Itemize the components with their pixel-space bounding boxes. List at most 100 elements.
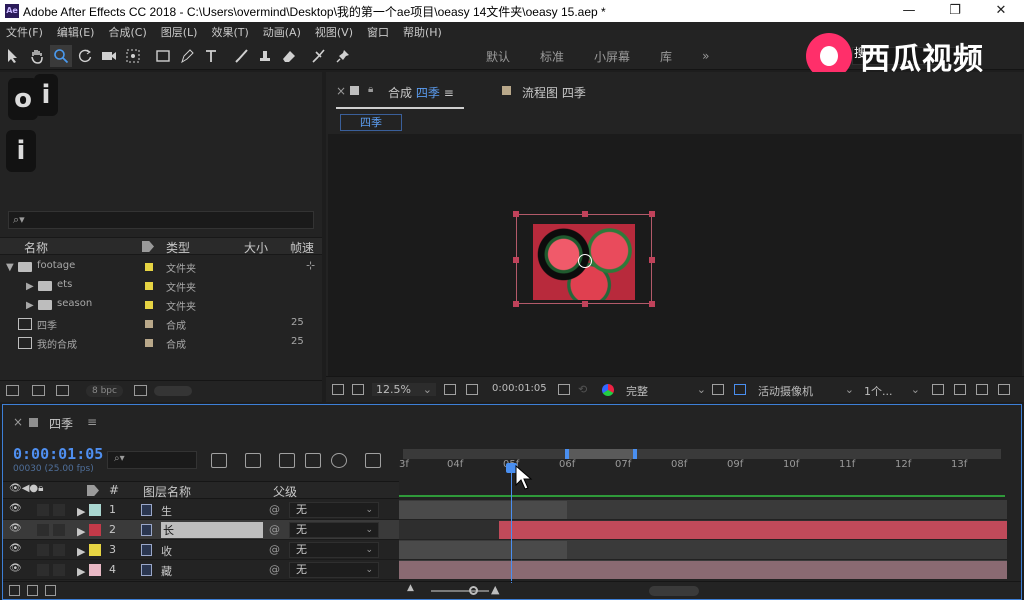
workspace-overflow-button[interactable]: » (702, 49, 709, 63)
layer-bounding-box[interactable] (513, 211, 655, 307)
layer-duration-bar[interactable] (399, 541, 567, 559)
menu-view[interactable]: 视图(V) (315, 24, 353, 40)
transform-handle[interactable] (582, 211, 588, 217)
parent-dropdown[interactable]: 无 ⌄ (289, 522, 379, 538)
workspace-library[interactable]: 库 (660, 48, 672, 65)
label-color-swatch[interactable] (145, 320, 153, 328)
time-ruler[interactable]: 3f 04f 05f 06f 07f 08f 09f 10f 11f 12f 1… (399, 445, 1021, 483)
column-size[interactable]: 大小 (244, 239, 268, 256)
layer-track[interactable] (399, 560, 1007, 580)
3d-renderer-icon[interactable] (954, 384, 966, 395)
tab-composition[interactable]: 合成 四季 ≡ (388, 84, 454, 101)
pick-whip-icon[interactable]: @ (269, 563, 280, 576)
frame-blending-icon[interactable] (305, 453, 321, 468)
column-number[interactable]: # (109, 483, 119, 497)
zoom-out-icon[interactable]: ▲ (407, 583, 414, 593)
bit-depth-button[interactable]: 8 bpc (86, 385, 123, 397)
project-item[interactable]: ▶ ets 文件夹 (0, 277, 322, 296)
column-parent[interactable]: 父级 (273, 483, 297, 500)
layer-name[interactable]: 收 (161, 543, 172, 559)
project-item[interactable]: ▼ footage 文件夹 ⊹ (0, 258, 322, 277)
horizontal-scrollbar[interactable] (154, 386, 192, 396)
layer-track-selected[interactable] (399, 520, 1007, 540)
timeline-current-time[interactable]: 0:00:01:05 (13, 445, 103, 463)
minimize-button[interactable]: — (886, 0, 932, 22)
visibility-eye-icon[interactable]: 👁 (9, 543, 22, 554)
tab-flowchart[interactable]: 流程图 四季 (522, 84, 586, 101)
close-tab-icon[interactable]: × (336, 84, 346, 98)
toggle-in-out-icon[interactable] (45, 585, 56, 596)
workspace-default[interactable]: 默认 (486, 48, 510, 65)
parent-dropdown[interactable]: 无 ⌄ (289, 502, 379, 518)
current-time-display[interactable]: 0:00:01:05 (492, 383, 547, 394)
transform-handle[interactable] (513, 257, 519, 263)
layer-label-swatch[interactable] (89, 524, 101, 536)
shy-layers-icon[interactable] (279, 453, 295, 468)
layer-row[interactable]: 👁 ▶ 3 收 @ 无 ⌄ (3, 540, 399, 560)
new-composition-icon[interactable] (56, 385, 69, 396)
project-item[interactable]: 我的合成 合成 25 (0, 334, 322, 353)
visibility-eye-icon[interactable]: 👁 (9, 503, 22, 514)
label-tag-icon[interactable] (87, 485, 99, 496)
transform-handle[interactable] (513, 301, 519, 307)
layer-name[interactable]: 藏 (161, 563, 172, 579)
lock-switch[interactable] (53, 544, 65, 556)
view-layout-dropdown[interactable]: 1个... ⌄ (864, 383, 920, 399)
show-snapshot-icon[interactable]: ⟲ (578, 383, 587, 396)
interpret-footage-icon[interactable] (6, 385, 19, 396)
solo-switch[interactable] (37, 544, 49, 556)
composition-viewer[interactable] (328, 134, 1022, 376)
selection-tool[interactable] (2, 45, 24, 67)
resolution-dropdown[interactable]: 完整 ⌄ (626, 383, 706, 399)
transform-handle[interactable] (649, 301, 655, 307)
composition-mini-flowchart-icon[interactable] (211, 453, 227, 468)
layer-row-selected[interactable]: 👁 ▶ 2 长 @ 无 ⌄ (3, 520, 399, 540)
label-color-swatch[interactable] (145, 282, 153, 290)
pick-whip-icon[interactable]: @ (269, 523, 280, 536)
type-tool[interactable] (200, 45, 222, 67)
fit-icon[interactable] (444, 384, 456, 395)
menu-window[interactable]: 窗口 (367, 24, 389, 40)
toggle-switches-icon[interactable] (9, 585, 20, 596)
zoom-in-icon[interactable]: ▲ (491, 583, 499, 596)
layer-track[interactable] (399, 540, 1007, 560)
snapshot-camera-icon[interactable] (558, 384, 570, 395)
label-tag-icon[interactable] (142, 241, 154, 252)
lock-switch[interactable] (53, 564, 65, 576)
maximize-button[interactable]: ❐ (932, 0, 978, 22)
collapse-triangle-icon[interactable]: ▶ (26, 300, 34, 311)
layer-search-input[interactable]: ⌕▾ (107, 451, 197, 469)
close-tab-icon[interactable]: × (13, 415, 23, 429)
menu-composition[interactable]: 合成(C) (108, 24, 146, 40)
workspace-small-screen[interactable]: 小屏幕 (594, 48, 630, 65)
layer-label-swatch[interactable] (89, 544, 101, 556)
info-icon[interactable]: i (6, 130, 36, 172)
timeline-link-icon[interactable] (998, 384, 1010, 395)
toggle-pixel-aspect-icon[interactable] (932, 384, 944, 395)
pan-behind-tool[interactable] (122, 45, 144, 67)
region-of-interest-icon[interactable] (466, 384, 478, 395)
column-name[interactable]: 名称 (24, 239, 48, 256)
expand-triangle-icon[interactable]: ▶ (77, 545, 85, 558)
menu-file[interactable]: 文件(F) (6, 24, 43, 40)
label-color-swatch[interactable] (145, 301, 153, 309)
roto-brush-tool[interactable] (308, 45, 330, 67)
layer-name[interactable]: 长 (161, 522, 263, 538)
layer-name[interactable]: 生 (161, 503, 172, 519)
expand-triangle-icon[interactable]: ▶ (77, 505, 85, 518)
layer-track[interactable] (399, 500, 1007, 520)
timeline-zoom-knob[interactable] (469, 586, 478, 595)
brush-tool[interactable] (230, 45, 252, 67)
monitor-icon[interactable] (352, 384, 364, 395)
timeline-panel-menu-icon[interactable]: ≡ (87, 415, 97, 429)
overlay-info-icon[interactable]: i (34, 74, 58, 116)
visibility-eye-icon[interactable]: 👁 (9, 563, 22, 574)
expand-triangle-icon[interactable]: ▶ (77, 525, 85, 538)
always-preview-icon[interactable] (332, 384, 344, 395)
layer-row[interactable]: 👁 ▶ 1 生 @ 无 ⌄ (3, 500, 399, 520)
camera-view-dropdown[interactable]: 活动摄像机 ⌄ (758, 383, 854, 399)
column-fps[interactable]: 帧速 (290, 239, 314, 256)
clone-stamp-tool[interactable] (254, 45, 276, 67)
zoom-dropdown[interactable]: 12.5% ⌄ (372, 383, 436, 396)
label-color-swatch[interactable] (145, 339, 153, 347)
